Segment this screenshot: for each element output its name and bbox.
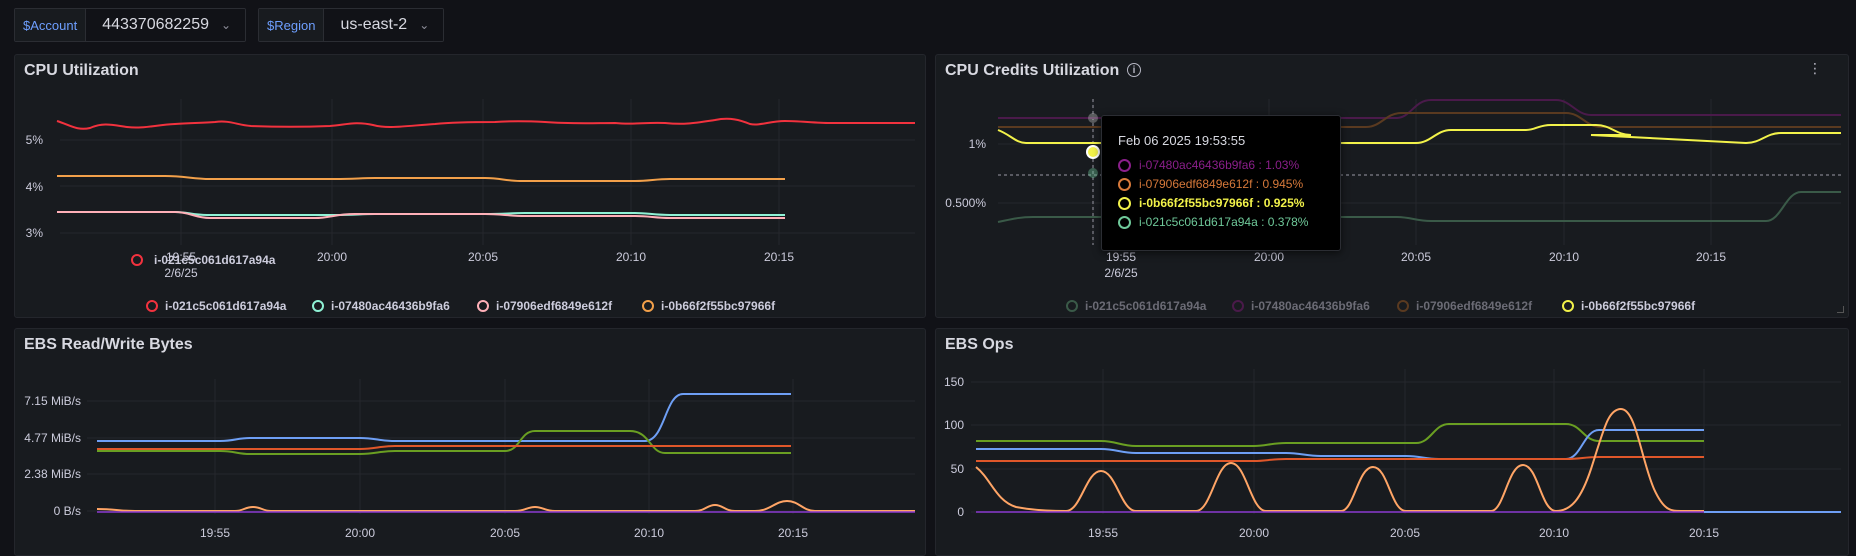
legend-label: i-07906edf6849e612f <box>1416 299 1533 313</box>
y-tick: 7.15 MiB/s <box>24 394 81 408</box>
tooltip-row-label: i-0b66f2f55bc97966f : 0.925% <box>1139 196 1305 210</box>
legend-item[interactable]: i-021c5c061d617a94a <box>146 299 287 313</box>
x-tick: 19:55 <box>1088 526 1118 540</box>
legend-item[interactable]: i-0b66f2f55bc97966f <box>642 299 776 313</box>
legend-item[interactable]: i-07480ac46436b9fa6 <box>312 299 450 313</box>
x-tick: 20:00 <box>345 526 375 540</box>
x-tick: 20:05 <box>1390 526 1420 540</box>
legend-label: i-021c5c061d617a94a <box>1085 299 1207 313</box>
account-value: 443370682259 <box>102 16 209 33</box>
region-select[interactable]: us-east-2 ⌄ <box>324 9 444 41</box>
account-variable-label: $Account <box>15 9 87 41</box>
x-tick: 20:00 <box>1239 526 1269 540</box>
ebs-ops-chart[interactable]: 150 100 50 0 19:55 20:00 20:05 20:10 20:… <box>936 329 1848 555</box>
y-tick: 150 <box>944 375 964 389</box>
account-select[interactable]: 443370682259 ⌄ <box>86 9 246 41</box>
ebs-bytes-panel[interactable]: EBS Read/Write Bytes 7.15 MiB/s 4.77 MiB… <box>14 328 926 556</box>
cpu-utilization-panel[interactable]: CPU Utilization 5% 4% 3% 19:55 2/6/25 20… <box>14 54 926 318</box>
series-line[interactable] <box>976 423 1704 447</box>
y-tick: 0 B/s <box>54 504 81 518</box>
y-tick: 0 <box>957 505 964 519</box>
variables-bar: $Account 443370682259 ⌄ $Region us-east-… <box>14 8 445 42</box>
tooltip-row: i-07480ac46436b9fa6 : 1.03% <box>1118 158 1299 172</box>
x-tick: 20:15 <box>1689 526 1719 540</box>
y-tick: 4.77 MiB/s <box>24 431 81 445</box>
series-marker-icon <box>1118 177 1131 191</box>
tooltip-time: Feb 06 2025 19:53:55 <box>1118 133 1246 148</box>
tooltip-row-label: i-021c5c061d617a94a : 0.378% <box>1139 215 1309 229</box>
x-tick: 20:10 <box>634 526 664 540</box>
ebs-ops-panel[interactable]: EBS Ops 150 100 50 0 19:55 20:00 20:05 2… <box>935 328 1849 556</box>
account-variable[interactable]: $Account 443370682259 ⌄ <box>14 8 247 42</box>
series-marker-icon <box>1118 196 1131 210</box>
legend-label: i-021c5c061d617a94a <box>165 299 287 313</box>
x-tick: 20:05 <box>490 526 520 540</box>
tooltip-row-label: i-07906edf6849e612f : 0.945% <box>1139 177 1304 191</box>
legend-label: i-0b66f2f55bc97966f <box>661 299 776 313</box>
y-tick: 100 <box>944 418 964 432</box>
legend-item[interactable]: i-0b66f2f55bc97966f <box>1562 299 1696 313</box>
series-line[interactable] <box>97 430 791 455</box>
legend-label: i-0b66f2f55bc97966f <box>1581 299 1696 313</box>
x-tick: 19:55 <box>200 526 230 540</box>
series-marker-icon <box>1118 215 1131 229</box>
credits-legend: i-021c5c061d617a94a i-07480ac46436b9fa6 … <box>1066 299 1696 313</box>
ebs-bytes-chart[interactable]: 7.15 MiB/s 4.77 MiB/s 2.38 MiB/s 0 B/s 1… <box>15 329 925 555</box>
legend-label: i-07480ac46436b9fa6 <box>1251 299 1370 313</box>
legend-label: i-07480ac46436b9fa6 <box>331 299 450 313</box>
tooltip-row: i-0b66f2f55bc97966f : 0.925% <box>1118 196 1304 210</box>
tooltip-row: i-07906edf6849e612f : 0.945% <box>1118 177 1303 191</box>
chart-tooltip: Feb 06 2025 19:53:55 i-07480ac46436b9fa6… <box>1101 115 1341 251</box>
y-tick: 2.38 MiB/s <box>24 467 81 481</box>
x-tick: 20:10 <box>1539 526 1569 540</box>
resize-handle[interactable] <box>1837 306 1844 313</box>
x-tick: 20:15 <box>778 526 808 540</box>
region-variable[interactable]: $Region us-east-2 ⌄ <box>258 8 445 42</box>
cpu-legend: i-021c5c061d617a94a i-07480ac46436b9fa6 … <box>146 299 776 313</box>
region-variable-label: $Region <box>259 9 325 41</box>
series-marker-icon <box>1118 158 1131 172</box>
legend-item[interactable]: i-07906edf6849e612f <box>477 299 613 313</box>
tooltip-row: i-021c5c061d617a94a : 0.378% <box>1118 215 1308 229</box>
series-line[interactable] <box>97 445 791 450</box>
cpu-credits-panel[interactable]: CPU Credits Utilization i ⋮ 1% 0.500% 19… <box>935 54 1849 318</box>
legend-item[interactable]: i-021c5c061d617a94a <box>1066 299 1207 313</box>
legend-label: i-07906edf6849e612f <box>496 299 613 313</box>
legend-item[interactable]: i-07480ac46436b9fa6 <box>1232 299 1370 313</box>
series-line[interactable] <box>96 499 915 512</box>
region-value: us-east-2 <box>340 16 408 33</box>
tooltip-row-label: i-07480ac46436b9fa6 : 1.03% <box>1139 158 1300 172</box>
y-tick: 50 <box>951 462 965 476</box>
legend-item[interactable]: i-07906edf6849e612f <box>1397 299 1533 313</box>
chevron-down-icon: ⌄ <box>419 18 430 32</box>
chevron-down-icon: ⌄ <box>220 18 232 32</box>
